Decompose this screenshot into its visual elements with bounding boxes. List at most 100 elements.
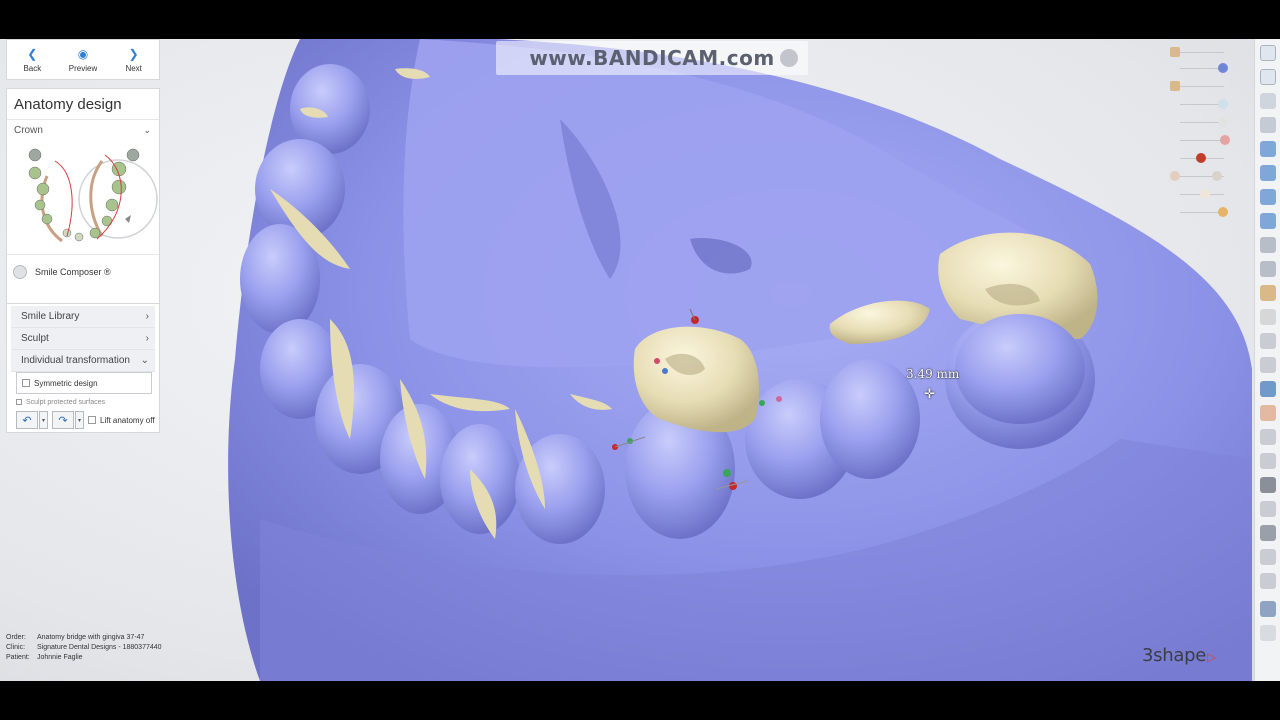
layer-crown-icon: [1170, 81, 1180, 91]
view-bottom-icon[interactable]: [1260, 213, 1276, 229]
chevron-right-icon: ›: [145, 311, 149, 322]
slider-thumb[interactable]: [1218, 63, 1228, 73]
clinic-value: Signature Dental Designs - 1880377440: [37, 644, 162, 651]
view-top-icon[interactable]: [1260, 117, 1276, 133]
tooth-chart-icon[interactable]: [7, 141, 159, 255]
visibility-slider[interactable]: [1166, 205, 1236, 219]
individual-transformation-row[interactable]: Individual transformation ⌄: [11, 350, 155, 372]
visibility-slider[interactable]: [1166, 45, 1236, 59]
cross-section-icon[interactable]: [1260, 333, 1276, 349]
application-window: www.BANDICAM.com ❮ Back ◉ Preview ❯ Next…: [0, 39, 1280, 681]
sculpt-protected-checkbox[interactable]: Sculpt protected surfaces: [11, 394, 155, 410]
back-label: Back: [23, 63, 42, 73]
chevron-right-icon: ›: [145, 333, 149, 344]
slider-thumb[interactable]: [1196, 153, 1206, 163]
smile-composer-button[interactable]: Smile Composer ®: [7, 255, 159, 289]
camera-icon[interactable]: [1260, 477, 1276, 493]
watermark-dot-icon: [780, 49, 798, 67]
implant-icon[interactable]: [1260, 501, 1276, 517]
anatomy-design-panel: Anatomy design Crown ⌄ Smile Composer ®: [6, 88, 160, 332]
transform-tool-row: ↶ ▾ ↷ ▾ Lift anatomy off: [11, 410, 155, 430]
screen-icon[interactable]: [1260, 453, 1276, 469]
tooth-icon: [13, 265, 27, 279]
next-button[interactable]: ❯ Next: [108, 40, 159, 79]
warning-icon[interactable]: [1260, 429, 1276, 445]
layer-antagonist-icon: [1170, 47, 1180, 57]
slider-thumb[interactable]: [1218, 99, 1228, 109]
distance-measurement: 3.49 mm: [906, 367, 960, 381]
next-label: Next: [125, 63, 142, 73]
lift-anatomy-label: Lift anatomy off: [100, 415, 155, 425]
clipping-icon[interactable]: [1260, 237, 1276, 253]
back-button[interactable]: ❮ Back: [7, 40, 58, 79]
tooth-selector-widget[interactable]: [7, 141, 159, 255]
view-right-icon[interactable]: [1260, 165, 1276, 181]
tooth-shape-icon[interactable]: [1260, 309, 1276, 325]
tooth-library-icon[interactable]: [1260, 285, 1276, 301]
right-toolbar: [1254, 39, 1280, 681]
face-icon[interactable]: [1260, 405, 1276, 421]
help-icon[interactable]: [1260, 625, 1276, 641]
fullscreen-icon[interactable]: [1260, 45, 1276, 61]
ruler-icon[interactable]: [1260, 357, 1276, 373]
grid-icon[interactable]: [1260, 573, 1276, 589]
dropdown-arrow-icon[interactable]: ▾: [39, 411, 48, 429]
dental-model-render[interactable]: [0, 39, 1280, 681]
sculpt-row[interactable]: Sculpt ›: [11, 328, 155, 350]
view-back-icon[interactable]: [1260, 189, 1276, 205]
undo-arrow-icon[interactable]: ↶: [16, 411, 38, 429]
tools-icon[interactable]: [1260, 601, 1276, 617]
eye-icon: ◉: [77, 46, 89, 61]
axis-icon[interactable]: [1260, 549, 1276, 565]
visibility-slider[interactable]: [1166, 187, 1236, 201]
chevron-down-icon: ⌄: [143, 125, 151, 135]
move-cursor-icon: ✛: [924, 386, 935, 401]
brand-logo: 3shape▷: [1142, 645, 1216, 666]
smile-library-row[interactable]: Smile Library ›: [11, 306, 155, 328]
cube-icon[interactable]: [1260, 381, 1276, 397]
recording-watermark: www.BANDICAM.com: [496, 41, 808, 75]
slider-thumb[interactable]: [1218, 117, 1228, 127]
visibility-slider[interactable]: [1166, 79, 1236, 93]
sculpt-label: Sculpt: [21, 333, 49, 344]
design-tools-panel: Smile Library › Sculpt › Individual tran…: [6, 303, 160, 433]
slider-thumb[interactable]: [1218, 207, 1228, 217]
layer-gingiva-icon: [1170, 171, 1180, 181]
slider-thumb[interactable]: [1200, 189, 1210, 199]
smile-library-label: Smile Library: [21, 311, 80, 322]
visibility-slider[interactable]: [1166, 133, 1236, 147]
shape-icon[interactable]: [1260, 525, 1276, 541]
watermark-text: www.BANDICAM.com: [529, 46, 775, 70]
lift-anatomy-checkbox[interactable]: [88, 416, 96, 424]
measure-icon[interactable]: [1260, 261, 1276, 277]
visibility-slider[interactable]: [1166, 169, 1236, 183]
view-front-icon[interactable]: [1260, 93, 1276, 109]
redo-arrow-icon[interactable]: ↷: [52, 411, 74, 429]
slider-thumb[interactable]: [1212, 171, 1222, 181]
arrow-right-icon: ❯: [128, 46, 139, 61]
fit-view-icon[interactable]: [1260, 69, 1276, 85]
crown-label: Crown: [14, 125, 43, 136]
smile-composer-label: Smile Composer ®: [35, 267, 111, 277]
dropdown-arrow-icon[interactable]: ▾: [75, 411, 84, 429]
checkbox-icon[interactable]: [22, 379, 30, 387]
visibility-slider[interactable]: [1166, 115, 1236, 129]
visibility-sliders: [1166, 43, 1236, 223]
visibility-slider[interactable]: [1166, 151, 1236, 165]
view-left-icon[interactable]: [1260, 141, 1276, 157]
crown-dropdown[interactable]: Crown ⌄: [7, 119, 159, 141]
3d-viewport[interactable]: [0, 39, 1280, 681]
patient-value: Johnnie Faglie: [37, 654, 83, 661]
checkbox-icon[interactable]: [16, 399, 22, 405]
logo-triangle-icon: ▷: [1206, 650, 1216, 664]
scissors-icon: [1220, 135, 1230, 145]
clinic-label: Clinic:: [6, 644, 26, 651]
order-label: Order:: [6, 634, 26, 641]
patient-label: Patient:: [6, 654, 30, 661]
preview-button[interactable]: ◉ Preview: [58, 40, 109, 79]
visibility-slider[interactable]: [1166, 61, 1236, 75]
visibility-slider[interactable]: [1166, 97, 1236, 111]
arrow-left-icon: ❮: [27, 46, 38, 61]
symmetric-design-checkbox[interactable]: Symmetric design: [16, 372, 152, 394]
order-value: Anatomy bridge with gingiva 37-47: [37, 634, 145, 641]
